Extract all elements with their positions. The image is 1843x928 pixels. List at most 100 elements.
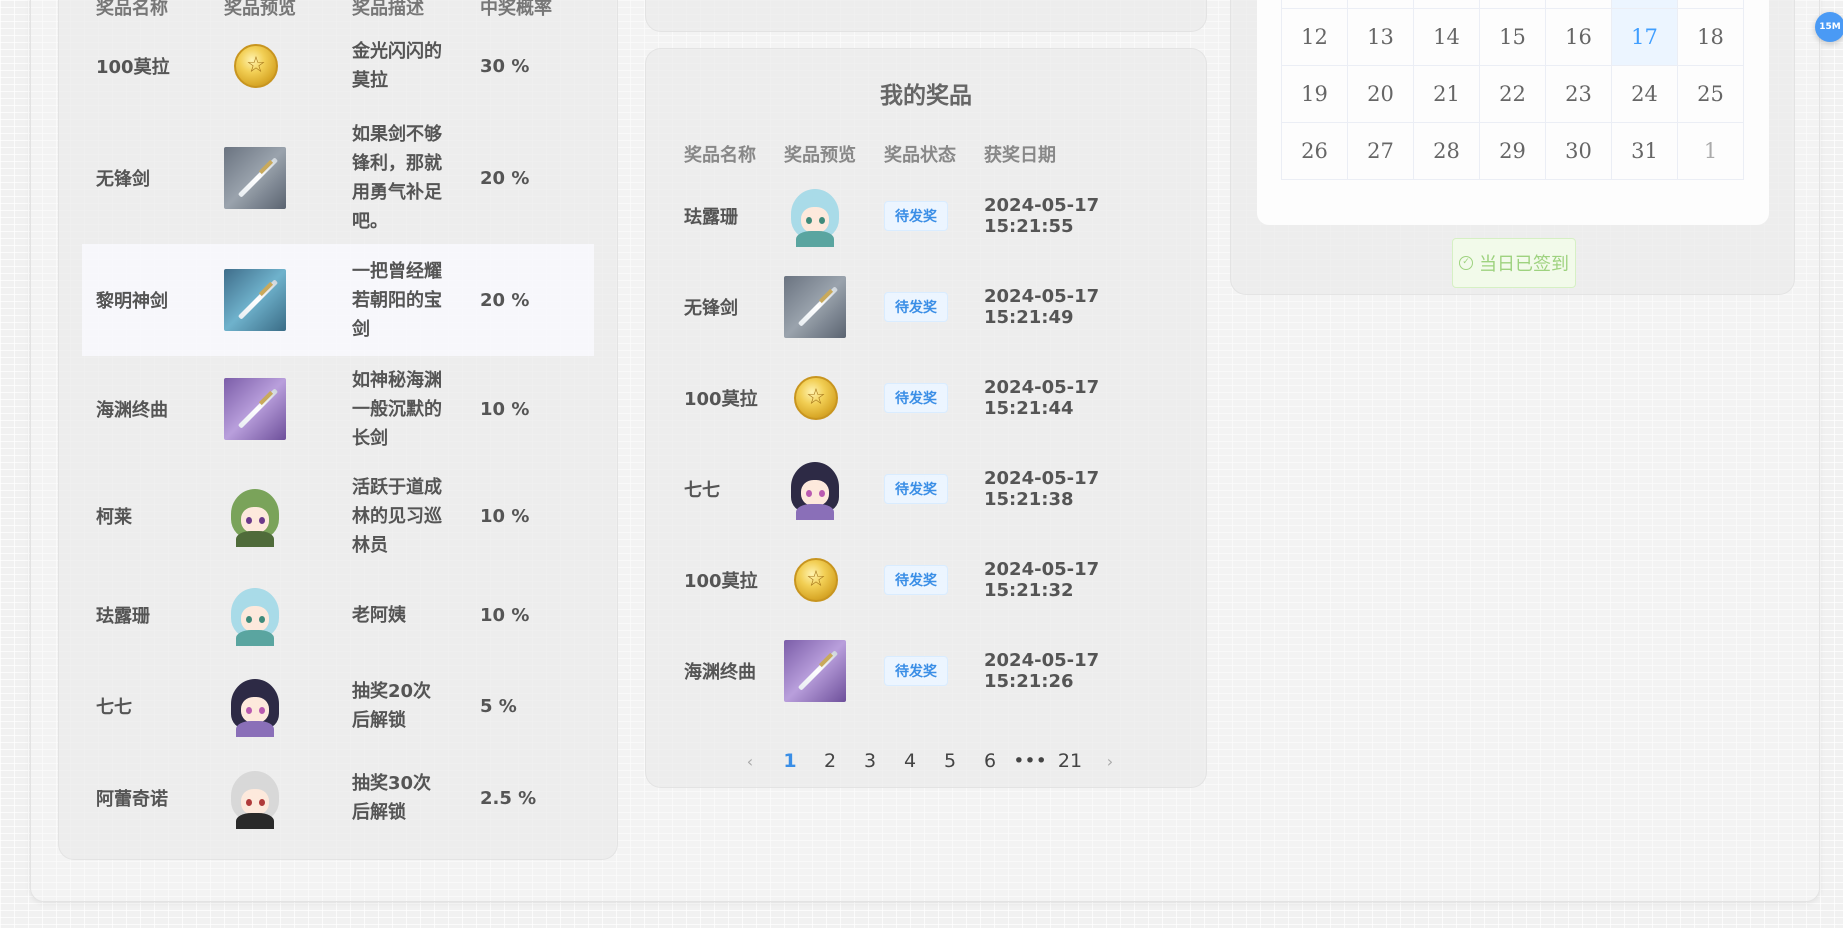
dull-blade-sword-icon [784,275,846,338]
calendar-day-next-month[interactable]: 1 [1677,122,1744,180]
table-row: 阿蕾奇诺 抽奖30次后解锁 2.5 % [82,752,594,844]
calendar-day[interactable]: 20 [1347,65,1414,123]
table-row: 七七 抽奖20次后解锁 5 % [82,660,594,752]
prize-desc: 抽奖30次后解锁 [352,773,432,823]
page-button[interactable]: 4 [890,750,930,772]
prize-rate: 10 % [480,505,530,527]
column-header: 中奖概率 [480,0,552,19]
prize-name: 柯莱 [96,507,132,528]
faruzan-avatar [224,584,286,646]
award-date: 2024-05-17 15:21:38 [984,467,1100,510]
calendar-day[interactable]: 23 [1545,65,1612,123]
calendar-day[interactable] [1611,0,1678,9]
calendar-day[interactable] [1281,0,1348,9]
award-date: 2024-05-17 15:21:44 [984,376,1100,419]
prize-name: 100莫拉 [684,570,758,592]
table-row[interactable]: 黎明神剑 一把曾经耀若朝阳的宝剑 20 % [82,244,594,356]
prize-rate: 10 % [480,604,530,626]
pagination: ‹ 1 2 3 4 5 6 ••• 21 › [730,750,1130,772]
column-header: 奖品名称 [684,145,756,166]
prize-rate: 2.5 % [480,787,537,809]
calendar-day[interactable]: 30 [1545,122,1612,180]
prize-name: 100莫拉 [96,57,170,78]
prize-desc: 抽奖20次后解锁 [352,681,432,731]
prize-preview [210,660,338,752]
prize-name: 珐露珊 [684,206,738,228]
award-date: 2024-05-17 15:21:26 [984,649,1100,692]
prize-preview [210,570,338,660]
calendar-day[interactable]: 26 [1281,122,1348,180]
calendar-day[interactable]: 27 [1347,122,1414,180]
calendar-day[interactable]: 18 [1677,8,1744,66]
chevron-left-icon[interactable]: ‹ [730,752,770,771]
calendar-week [1281,0,1744,9]
prize-name: 100莫拉 [684,388,758,410]
page-button[interactable]: 2 [810,750,850,772]
table-row: 海渊终曲 待发奖 2024-05-17 15:21:26 [670,625,1190,716]
prize-preview [210,462,338,570]
calendar-week: 26 27 28 29 30 31 1 [1281,122,1744,180]
more-pages-icon[interactable]: ••• [1010,750,1050,772]
dull-blade-sword-icon [224,147,286,209]
table-row: 100莫拉 待发奖 2024-05-17 15:21:32 [670,534,1190,625]
table-row: 海渊终曲 如神秘海渊一般沉默的长剑 10 % [82,356,594,462]
finale-of-the-deep-sword-icon [224,378,286,440]
calendar-day[interactable] [1677,0,1744,9]
column-header: 奖品描述 [352,0,424,19]
prize-preview [770,261,870,352]
calendar-day[interactable]: 24 [1611,65,1678,123]
calendar-day[interactable]: 13 [1347,8,1414,66]
status-badge: 待发奖 [884,473,948,504]
prize-name: 无锋剑 [684,297,738,319]
prize-name: 七七 [96,697,132,718]
calendar-day-today[interactable]: 17 [1611,8,1678,66]
harbinger-of-dawn-sword-icon [224,269,286,331]
table-row: 珐露珊 待发奖 2024-05-17 15:21:55 [670,170,1190,261]
calendar-day[interactable]: 25 [1677,65,1744,123]
award-date: 2024-05-17 15:21:55 [984,194,1100,237]
checkin-label: 当日已签到 [1479,254,1569,275]
table-row: 七七 待发奖 2024-05-17 15:21:38 [670,443,1190,534]
qiqi-avatar [224,675,286,737]
prize-preview [210,752,338,844]
status-badge: 待发奖 [884,291,948,322]
page-button[interactable]: 3 [850,750,890,772]
table-row: 无锋剑 如果剑不够锋利，那就用勇气补足吧。 20 % [82,112,594,244]
prize-preview [770,352,870,443]
page-button[interactable]: 1 [770,750,810,772]
calendar-day[interactable] [1347,0,1414,9]
status-badge: 待发奖 [884,382,948,413]
calendar-day[interactable] [1545,0,1612,9]
status-badge: 待发奖 [884,200,948,231]
calendar-day[interactable]: 14 [1413,8,1480,66]
checked-in-button[interactable]: ✓ 当日已签到 [1452,238,1576,288]
page-button[interactable]: 6 [970,750,1010,772]
page-button[interactable]: 5 [930,750,970,772]
chevron-right-icon[interactable]: › [1090,752,1130,771]
calendar-day[interactable] [1413,0,1480,9]
faruzan-avatar [784,185,846,247]
table-row: 100莫拉 待发奖 2024-05-17 15:21:44 [670,352,1190,443]
column-header: 奖品预览 [224,0,296,19]
prize-name: 海渊终曲 [684,661,756,683]
calendar-day[interactable]: 19 [1281,65,1348,123]
prize-rate: 5 % [480,695,517,717]
prize-desc: 金光闪闪的莫拉 [352,41,442,91]
prize-preview [770,443,870,534]
prize-rate: 10 % [480,398,530,420]
calendar-day[interactable]: 28 [1413,122,1480,180]
calendar-day[interactable]: 29 [1479,122,1546,180]
mora-coin-icon [794,557,838,602]
award-date: 2024-05-17 15:21:49 [984,285,1100,328]
calendar-day[interactable]: 15 [1479,8,1546,66]
my-prizes-table: 奖品名称 奖品预览 奖品状态 获奖日期 珐露珊 待发奖 2024-05-17 1… [670,138,1190,716]
calendar-day[interactable]: 22 [1479,65,1546,123]
calendar-day[interactable]: 31 [1611,122,1678,180]
calendar-day[interactable] [1479,0,1546,9]
calendar-day[interactable]: 12 [1281,8,1348,66]
calendar-day[interactable]: 21 [1413,65,1480,123]
floating-badge[interactable]: 15M [1815,12,1843,42]
page-button[interactable]: 21 [1050,750,1090,772]
prize-desc: 活跃于道成林的见习巡林员 [352,476,442,556]
calendar-day[interactable]: 16 [1545,8,1612,66]
